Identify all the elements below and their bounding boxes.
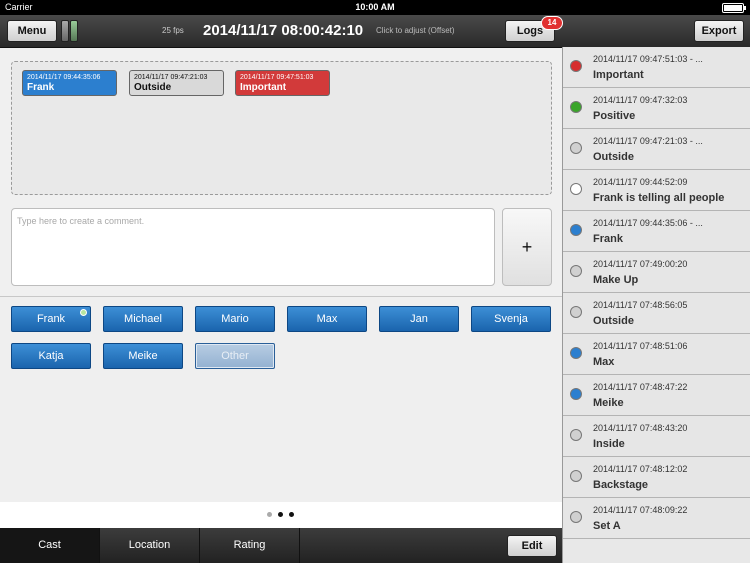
log-label: Inside bbox=[593, 438, 625, 450]
fps-label: 25 fps bbox=[162, 26, 184, 35]
cast-button-meike[interactable]: Meike bbox=[103, 343, 183, 369]
log-time: 2014/11/17 09:44:52:09 bbox=[593, 177, 688, 187]
cast-label: Frank bbox=[36, 313, 66, 325]
tag-label: Outside bbox=[134, 82, 172, 93]
log-label: Make Up bbox=[593, 274, 639, 286]
log-label: Frank bbox=[593, 233, 623, 245]
status-dot-icon bbox=[570, 101, 582, 113]
log-time: 2014/11/17 09:44:35:06 - ... bbox=[593, 218, 703, 228]
page-indicator bbox=[0, 502, 562, 528]
status-dot-icon bbox=[570, 429, 582, 441]
log-label: Outside bbox=[593, 151, 634, 163]
timeline-tag[interactable]: 2014/11/17 09:44:35:06 Frank bbox=[22, 70, 117, 96]
timeline-area[interactable]: 2014/11/17 09:44:35:06 Frank 2014/11/17 … bbox=[11, 61, 552, 195]
log-label: Important bbox=[593, 69, 644, 81]
log-list[interactable]: 2014/11/17 09:47:51:03 - ... Important 2… bbox=[562, 47, 750, 563]
tag-label: Important bbox=[240, 82, 287, 93]
log-item[interactable]: 2014/11/17 09:44:52:09 Frank is telling … bbox=[563, 170, 750, 211]
export-button[interactable]: Export bbox=[694, 20, 744, 42]
log-item[interactable]: 2014/11/17 07:48:43:20 Inside bbox=[563, 416, 750, 457]
log-item[interactable]: 2014/11/17 07:49:00:20 Make Up bbox=[563, 252, 750, 293]
status-dot-icon bbox=[570, 388, 582, 400]
timecode[interactable]: 2014/11/17 08:00:42:10 bbox=[203, 22, 363, 39]
page-dot[interactable] bbox=[267, 512, 272, 517]
cast-button-michael[interactable]: Michael bbox=[103, 306, 183, 332]
top-toolbar: Menu 25 fps 2014/11/17 08:00:42:10 Click… bbox=[0, 15, 750, 48]
log-label: Positive bbox=[593, 110, 636, 122]
log-label: Backstage bbox=[593, 479, 649, 491]
log-time: 2014/11/17 07:49:00:20 bbox=[593, 259, 688, 269]
status-dot-icon bbox=[570, 470, 582, 482]
tab-cast[interactable]: Cast bbox=[0, 528, 100, 563]
log-label: Max bbox=[593, 356, 615, 368]
level-bar-icon bbox=[61, 20, 69, 42]
log-time: 2014/11/17 07:48:47:22 bbox=[593, 382, 688, 392]
adjust-hint[interactable]: Click to adjust (Offset) bbox=[376, 26, 455, 35]
log-time: 2014/11/17 09:47:51:03 - ... bbox=[593, 54, 703, 64]
tag-time: 2014/11/17 09:47:21:03 bbox=[134, 74, 208, 81]
log-time: 2014/11/17 09:47:32:03 bbox=[593, 95, 688, 105]
status-dot-icon bbox=[570, 306, 582, 318]
status-bar: Carrier 10:00 AM bbox=[0, 0, 750, 15]
status-dot-icon bbox=[570, 142, 582, 154]
status-dot-icon bbox=[570, 265, 582, 277]
comment-placeholder: Type here to create a comment. bbox=[17, 216, 145, 226]
menu-button[interactable]: Menu bbox=[7, 20, 57, 42]
cast-button-frank[interactable]: Frank bbox=[11, 306, 91, 332]
comment-field[interactable]: Type here to create a comment. bbox=[11, 208, 495, 286]
cast-button-katja[interactable]: Katja bbox=[11, 343, 91, 369]
level-bar-icon bbox=[70, 20, 78, 42]
timeline-tag[interactable]: 2014/11/17 09:47:21:03 Outside bbox=[129, 70, 224, 96]
page-dot[interactable] bbox=[289, 512, 294, 517]
add-comment-button[interactable]: + bbox=[502, 208, 552, 286]
log-label: Set A bbox=[593, 520, 621, 532]
log-time: 2014/11/17 07:48:12:02 bbox=[593, 464, 688, 474]
status-dot-icon bbox=[570, 183, 582, 195]
log-time: 2014/11/17 07:48:56:05 bbox=[593, 300, 688, 310]
cast-button-jan[interactable]: Jan bbox=[379, 306, 459, 332]
battery-icon bbox=[722, 3, 746, 13]
log-item[interactable]: 2014/11/17 07:48:12:02 Backstage bbox=[563, 457, 750, 498]
tag-label: Frank bbox=[27, 82, 55, 93]
status-dot-icon bbox=[570, 224, 582, 236]
cast-button-max[interactable]: Max bbox=[287, 306, 367, 332]
status-dot-icon bbox=[570, 511, 582, 523]
log-time: 2014/11/17 07:48:51:06 bbox=[593, 341, 688, 351]
cast-panel: Frank Michael Mario Max Jan Svenja Katja… bbox=[0, 297, 562, 502]
log-item[interactable]: 2014/11/17 09:47:32:03 Positive bbox=[563, 88, 750, 129]
page-dot[interactable] bbox=[278, 512, 283, 517]
clock: 10:00 AM bbox=[355, 2, 395, 12]
tag-time: 2014/11/17 09:47:51:03 bbox=[240, 74, 314, 81]
log-item[interactable]: 2014/11/17 07:48:51:06 Max bbox=[563, 334, 750, 375]
logs-count-badge: 14 bbox=[541, 16, 563, 30]
active-indicator-icon bbox=[80, 309, 87, 316]
log-label: Frank is telling all people bbox=[593, 192, 725, 204]
log-item[interactable]: 2014/11/17 09:47:51:03 - ... Important bbox=[563, 47, 750, 88]
status-dot-icon bbox=[570, 347, 582, 359]
tag-time: 2014/11/17 09:44:35:06 bbox=[27, 74, 101, 81]
cast-button-svenja[interactable]: Svenja bbox=[471, 306, 551, 332]
timeline-tag[interactable]: 2014/11/17 09:47:51:03 Important bbox=[235, 70, 330, 96]
tab-location[interactable]: Location bbox=[100, 528, 200, 563]
log-item[interactable]: 2014/11/17 09:44:35:06 - ... Frank bbox=[563, 211, 750, 252]
bottom-tab-bar: Cast Location Rating Edit bbox=[0, 528, 562, 563]
edit-button[interactable]: Edit bbox=[507, 535, 557, 557]
log-item[interactable]: 2014/11/17 07:48:56:05 Outside bbox=[563, 293, 750, 334]
status-dot-icon bbox=[570, 60, 582, 72]
tab-rating[interactable]: Rating bbox=[200, 528, 300, 563]
log-label: Outside bbox=[593, 315, 634, 327]
log-label: Meike bbox=[593, 397, 624, 409]
log-time: 2014/11/17 07:48:43:20 bbox=[593, 423, 688, 433]
cast-button-mario[interactable]: Mario bbox=[195, 306, 275, 332]
log-item[interactable]: 2014/11/17 09:47:21:03 - ... Outside bbox=[563, 129, 750, 170]
log-time: 2014/11/17 09:47:21:03 - ... bbox=[593, 136, 703, 146]
log-item[interactable]: 2014/11/17 07:48:47:22 Meike bbox=[563, 375, 750, 416]
cast-button-other[interactable]: Other bbox=[195, 343, 275, 369]
log-time: 2014/11/17 07:48:09:22 bbox=[593, 505, 688, 515]
log-item[interactable]: 2014/11/17 07:48:09:22 Set A bbox=[563, 498, 750, 539]
